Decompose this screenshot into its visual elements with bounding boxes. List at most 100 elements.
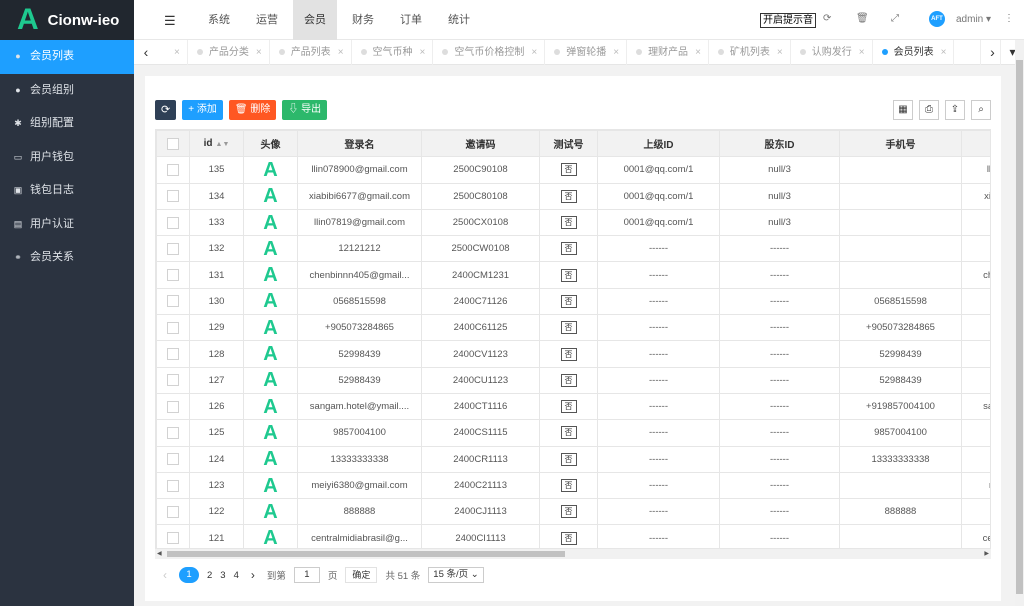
tab-prev-icon[interactable]: ‹ bbox=[134, 40, 158, 65]
test-flag-button[interactable]: 否 bbox=[560, 373, 577, 387]
row-checkbox[interactable] bbox=[167, 190, 179, 203]
sidebar-item[interactable]: ⚭ 会员关系 bbox=[0, 241, 134, 275]
close-icon[interactable]: × bbox=[613, 47, 619, 58]
test-flag-button[interactable]: 否 bbox=[560, 347, 577, 361]
menu-toggle-icon[interactable]: ☰ bbox=[164, 13, 176, 29]
page-number[interactable]: 4 bbox=[234, 570, 239, 581]
sidebar-item[interactable]: ▭ 用户钱包 bbox=[0, 141, 134, 175]
page-scrollbar[interactable] bbox=[1015, 40, 1024, 606]
test-flag-button[interactable]: 否 bbox=[560, 452, 577, 466]
column-header[interactable]: 测试号 bbox=[539, 130, 598, 158]
export-table-icon[interactable]: ⇪ bbox=[945, 100, 965, 120]
test-flag-button[interactable]: 否 bbox=[560, 531, 577, 545]
column-header[interactable]: 上级ID bbox=[597, 130, 720, 158]
column-header[interactable]: 手机号 bbox=[839, 130, 962, 158]
tab-item-home[interactable]: × bbox=[158, 40, 188, 65]
delete-button[interactable]: 🗑 删除 bbox=[228, 100, 277, 120]
select-all-checkbox[interactable] bbox=[167, 137, 179, 150]
top-nav-item[interactable]: 运营 bbox=[245, 0, 289, 40]
add-button[interactable]: + 添加 bbox=[182, 100, 223, 120]
column-header[interactable]: 邀请码 bbox=[421, 130, 540, 158]
column-header[interactable]: 头像 bbox=[243, 130, 298, 158]
sort-icon[interactable]: ▲▼ bbox=[216, 141, 230, 148]
row-checkbox[interactable] bbox=[167, 400, 179, 413]
tab-item[interactable]: 产品分类 × bbox=[188, 40, 270, 65]
close-icon[interactable]: × bbox=[420, 47, 426, 58]
more-icon[interactable]: ⋮ bbox=[1004, 13, 1014, 24]
test-flag-button[interactable]: 否 bbox=[560, 294, 577, 308]
tab-item[interactable]: 产品列表 × bbox=[270, 40, 352, 65]
column-header[interactable]: 登录名 bbox=[297, 130, 422, 158]
column-header[interactable]: id ▲▼ bbox=[189, 130, 244, 158]
columns-icon[interactable]: ▦ bbox=[893, 100, 913, 120]
search-icon[interactable]: ⌕ bbox=[971, 100, 991, 120]
row-checkbox[interactable] bbox=[167, 163, 179, 176]
refresh-icon[interactable]: ⟳ bbox=[823, 13, 831, 24]
test-flag-button[interactable]: 否 bbox=[560, 400, 577, 414]
confirm-button[interactable]: 确定 bbox=[345, 567, 378, 583]
test-flag-button[interactable]: 否 bbox=[560, 163, 577, 177]
page-size-select[interactable]: 15 条/页 ⌄ bbox=[428, 567, 484, 583]
top-nav-item[interactable]: 系统 bbox=[197, 0, 241, 40]
page-input[interactable]: 1 bbox=[293, 567, 320, 583]
row-checkbox[interactable] bbox=[167, 348, 179, 361]
row-checkbox[interactable] bbox=[167, 269, 179, 282]
row-checkbox[interactable] bbox=[167, 479, 179, 492]
close-icon[interactable]: × bbox=[859, 47, 865, 58]
column-header[interactable]: 股东ID bbox=[719, 130, 840, 158]
top-nav-item[interactable]: 统计 bbox=[437, 0, 481, 40]
test-flag-button[interactable]: 否 bbox=[560, 242, 577, 256]
row-checkbox[interactable] bbox=[167, 532, 179, 545]
tab-item[interactable]: 弹窗轮播 × bbox=[545, 40, 628, 65]
sidebar-item[interactable]: ✱ 组别配置 bbox=[0, 107, 134, 141]
test-flag-button[interactable]: 否 bbox=[560, 479, 577, 492]
app-logo[interactable]: A Cionw-ieo bbox=[0, 0, 134, 40]
row-checkbox[interactable] bbox=[167, 374, 179, 387]
row-checkbox[interactable] bbox=[167, 426, 179, 439]
print-icon[interactable]: ⎙ bbox=[919, 100, 939, 120]
top-nav-item[interactable]: 会员 bbox=[293, 0, 337, 40]
sound-toggle-button[interactable]: 开启提示音 bbox=[760, 13, 816, 28]
scroll-left-icon[interactable]: ◀ bbox=[157, 549, 162, 559]
close-icon[interactable]: × bbox=[531, 47, 537, 58]
close-icon[interactable]: × bbox=[777, 47, 783, 58]
sidebar-item[interactable]: ● 会员列表 bbox=[0, 40, 134, 74]
row-checkbox[interactable] bbox=[167, 505, 179, 518]
export-button[interactable]: ⇩ 导出 bbox=[282, 100, 328, 120]
tab-item[interactable]: 空气币种 × bbox=[352, 40, 434, 65]
scroll-thumb[interactable] bbox=[167, 551, 565, 557]
tab-item[interactable]: 认购发行 × bbox=[791, 40, 873, 65]
test-flag-button[interactable]: 否 bbox=[560, 505, 577, 519]
page-number[interactable]: 3 bbox=[220, 570, 225, 581]
test-flag-button[interactable]: 否 bbox=[560, 189, 577, 203]
page-number[interactable]: 1 bbox=[179, 567, 199, 583]
close-icon[interactable]: × bbox=[174, 47, 180, 58]
sidebar-item[interactable]: ▣ 钱包日志 bbox=[0, 174, 134, 208]
row-checkbox[interactable] bbox=[167, 242, 179, 255]
test-flag-button[interactable]: 否 bbox=[560, 216, 577, 230]
row-checkbox[interactable] bbox=[167, 295, 179, 308]
avatar[interactable]: AFT bbox=[929, 11, 945, 27]
tab-item[interactable]: 理财产品 × bbox=[627, 40, 709, 65]
close-icon[interactable]: × bbox=[256, 47, 262, 58]
top-nav-item[interactable]: 财务 bbox=[341, 0, 385, 40]
page-number[interactable]: 2 bbox=[207, 570, 212, 581]
close-icon[interactable]: × bbox=[941, 47, 947, 58]
horizontal-scrollbar[interactable]: ◀ ▶ bbox=[155, 548, 991, 559]
fullscreen-icon[interactable]: ⤢ bbox=[891, 13, 899, 24]
page-scroll-thumb[interactable] bbox=[1016, 60, 1023, 594]
row-checkbox[interactable] bbox=[167, 321, 179, 334]
prev-page-icon[interactable]: ‹ bbox=[163, 568, 167, 582]
trash-icon[interactable]: 🗑 bbox=[856, 13, 869, 24]
row-checkbox[interactable] bbox=[167, 216, 179, 229]
tab-item[interactable]: 会员列表 × bbox=[873, 40, 955, 65]
test-flag-button[interactable]: 否 bbox=[560, 321, 577, 335]
sidebar-item[interactable]: ▤ 用户认证 bbox=[0, 208, 134, 242]
row-checkbox[interactable] bbox=[167, 453, 179, 466]
test-flag-button[interactable]: 否 bbox=[560, 268, 577, 282]
scroll-right-icon[interactable]: ▶ bbox=[984, 549, 989, 559]
user-menu[interactable]: admin ▾ bbox=[956, 14, 991, 25]
close-icon[interactable]: × bbox=[695, 47, 701, 58]
next-page-icon[interactable]: › bbox=[251, 568, 255, 582]
close-icon[interactable]: × bbox=[338, 47, 344, 58]
